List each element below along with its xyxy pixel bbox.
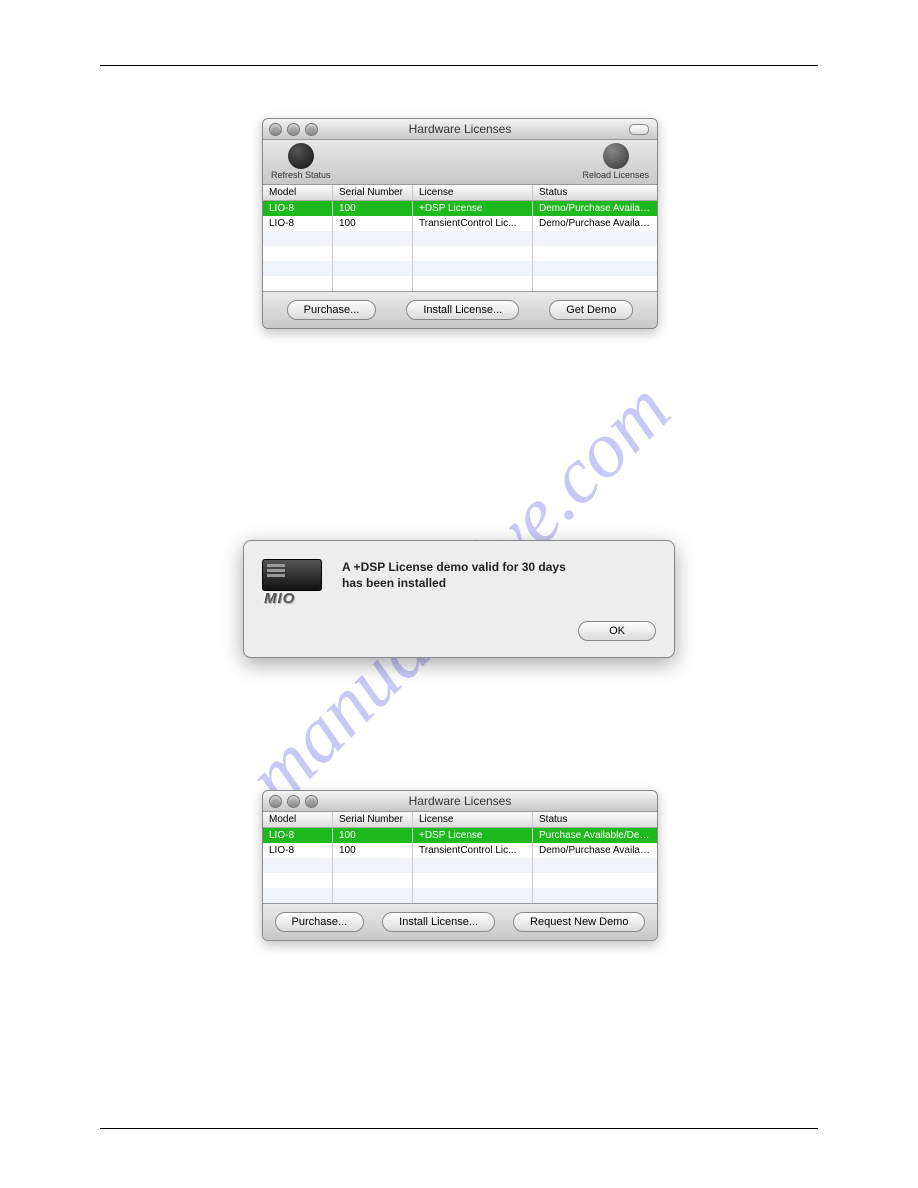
table-row[interactable]: LIO-8 100 +DSP License Purchase Availabl… <box>263 828 657 843</box>
table-row <box>263 276 657 291</box>
top-rule <box>100 65 818 66</box>
install-license-button[interactable]: Install License... <box>406 300 519 320</box>
request-new-demo-button[interactable]: Request New Demo <box>513 912 645 932</box>
minimize-icon[interactable] <box>287 795 300 808</box>
col-serial[interactable]: Serial Number <box>333 185 413 200</box>
table-row <box>263 873 657 888</box>
refresh-label: Refresh Status <box>271 170 331 180</box>
get-demo-button[interactable]: Get Demo <box>549 300 633 320</box>
cell-status: Demo/Purchase Available <box>533 201 657 216</box>
cell-serial: 100 <box>333 843 413 858</box>
mio-label: MIO <box>264 590 295 607</box>
ok-button[interactable]: OK <box>578 621 656 641</box>
toolbar-1: Refresh Status Reload Licenses <box>263 140 657 185</box>
install-license-button[interactable]: Install License... <box>382 912 495 932</box>
refresh-icon <box>288 143 314 169</box>
col-status[interactable]: Status <box>533 185 657 200</box>
close-icon[interactable] <box>269 795 282 808</box>
table-header-2: Model Serial Number License Status <box>263 812 657 828</box>
cell-license: +DSP License <box>413 201 533 216</box>
cell-model: LIO-8 <box>263 828 333 843</box>
cell-model: LIO-8 <box>263 843 333 858</box>
bottom-rule <box>100 1128 818 1129</box>
table-row[interactable]: LIO-8 100 TransientControl Lic... Demo/P… <box>263 843 657 858</box>
cell-serial: 100 <box>333 216 413 231</box>
titlebar-1[interactable]: Hardware Licenses <box>263 119 657 140</box>
traffic-lights-2[interactable] <box>269 795 318 808</box>
zoom-icon[interactable] <box>305 795 318 808</box>
cell-license: TransientControl Lic... <box>413 843 533 858</box>
titlebar-2[interactable]: Hardware Licenses <box>263 791 657 812</box>
cell-status: Demo/Purchase Available <box>533 216 657 231</box>
col-model[interactable]: Model <box>263 812 333 827</box>
cell-model: LIO-8 <box>263 216 333 231</box>
table-row <box>263 231 657 246</box>
dialog-line-1: A +DSP License demo valid for 30 days <box>342 560 566 574</box>
minimize-icon[interactable] <box>287 123 300 136</box>
col-status[interactable]: Status <box>533 812 657 827</box>
table-row <box>263 246 657 261</box>
col-serial[interactable]: Serial Number <box>333 812 413 827</box>
close-icon[interactable] <box>269 123 282 136</box>
table-row[interactable]: LIO-8 100 +DSP License Demo/Purchase Ava… <box>263 201 657 216</box>
window-footer-1: Purchase... Install License... Get Demo <box>263 291 657 328</box>
toolbar-toggle-1[interactable] <box>629 124 649 135</box>
reload-licenses-button[interactable]: Reload Licenses <box>582 143 649 184</box>
demo-installed-dialog: MIO A +DSP License demo valid for 30 day… <box>243 540 675 658</box>
col-model[interactable]: Model <box>263 185 333 200</box>
mio-device-icon: MIO <box>262 559 326 607</box>
col-license[interactable]: License <box>413 812 533 827</box>
gear-icon <box>603 143 629 169</box>
refresh-status-button[interactable]: Refresh Status <box>271 143 331 184</box>
cell-status: Demo/Purchase Available <box>533 843 657 858</box>
cell-license: +DSP License <box>413 828 533 843</box>
window-footer-2: Purchase... Install License... Request N… <box>263 903 657 940</box>
dialog-message: A +DSP License demo valid for 30 days ha… <box>342 559 566 607</box>
window-hardware-licenses-2: Hardware Licenses Model Serial Number Li… <box>262 790 658 941</box>
cell-license: TransientControl Lic... <box>413 216 533 231</box>
purchase-button[interactable]: Purchase... <box>287 300 377 320</box>
cell-serial: 100 <box>333 201 413 216</box>
window-title-1: Hardware Licenses <box>409 122 512 136</box>
reload-label: Reload Licenses <box>582 170 649 180</box>
cell-status: Purchase Available/Dem... <box>533 828 657 843</box>
col-license[interactable]: License <box>413 185 533 200</box>
cell-serial: 100 <box>333 828 413 843</box>
table-header-1: Model Serial Number License Status <box>263 185 657 201</box>
window-hardware-licenses-1: Hardware Licenses Refresh Status Reload … <box>262 118 658 329</box>
table-row[interactable]: LIO-8 100 TransientControl Lic... Demo/P… <box>263 216 657 231</box>
purchase-button[interactable]: Purchase... <box>275 912 365 932</box>
table-row <box>263 858 657 873</box>
dialog-line-2: has been installed <box>342 576 446 590</box>
traffic-lights-1[interactable] <box>269 123 318 136</box>
window-title-2: Hardware Licenses <box>409 794 512 808</box>
cell-model: LIO-8 <box>263 201 333 216</box>
table-row <box>263 261 657 276</box>
table-row <box>263 888 657 903</box>
zoom-icon[interactable] <box>305 123 318 136</box>
